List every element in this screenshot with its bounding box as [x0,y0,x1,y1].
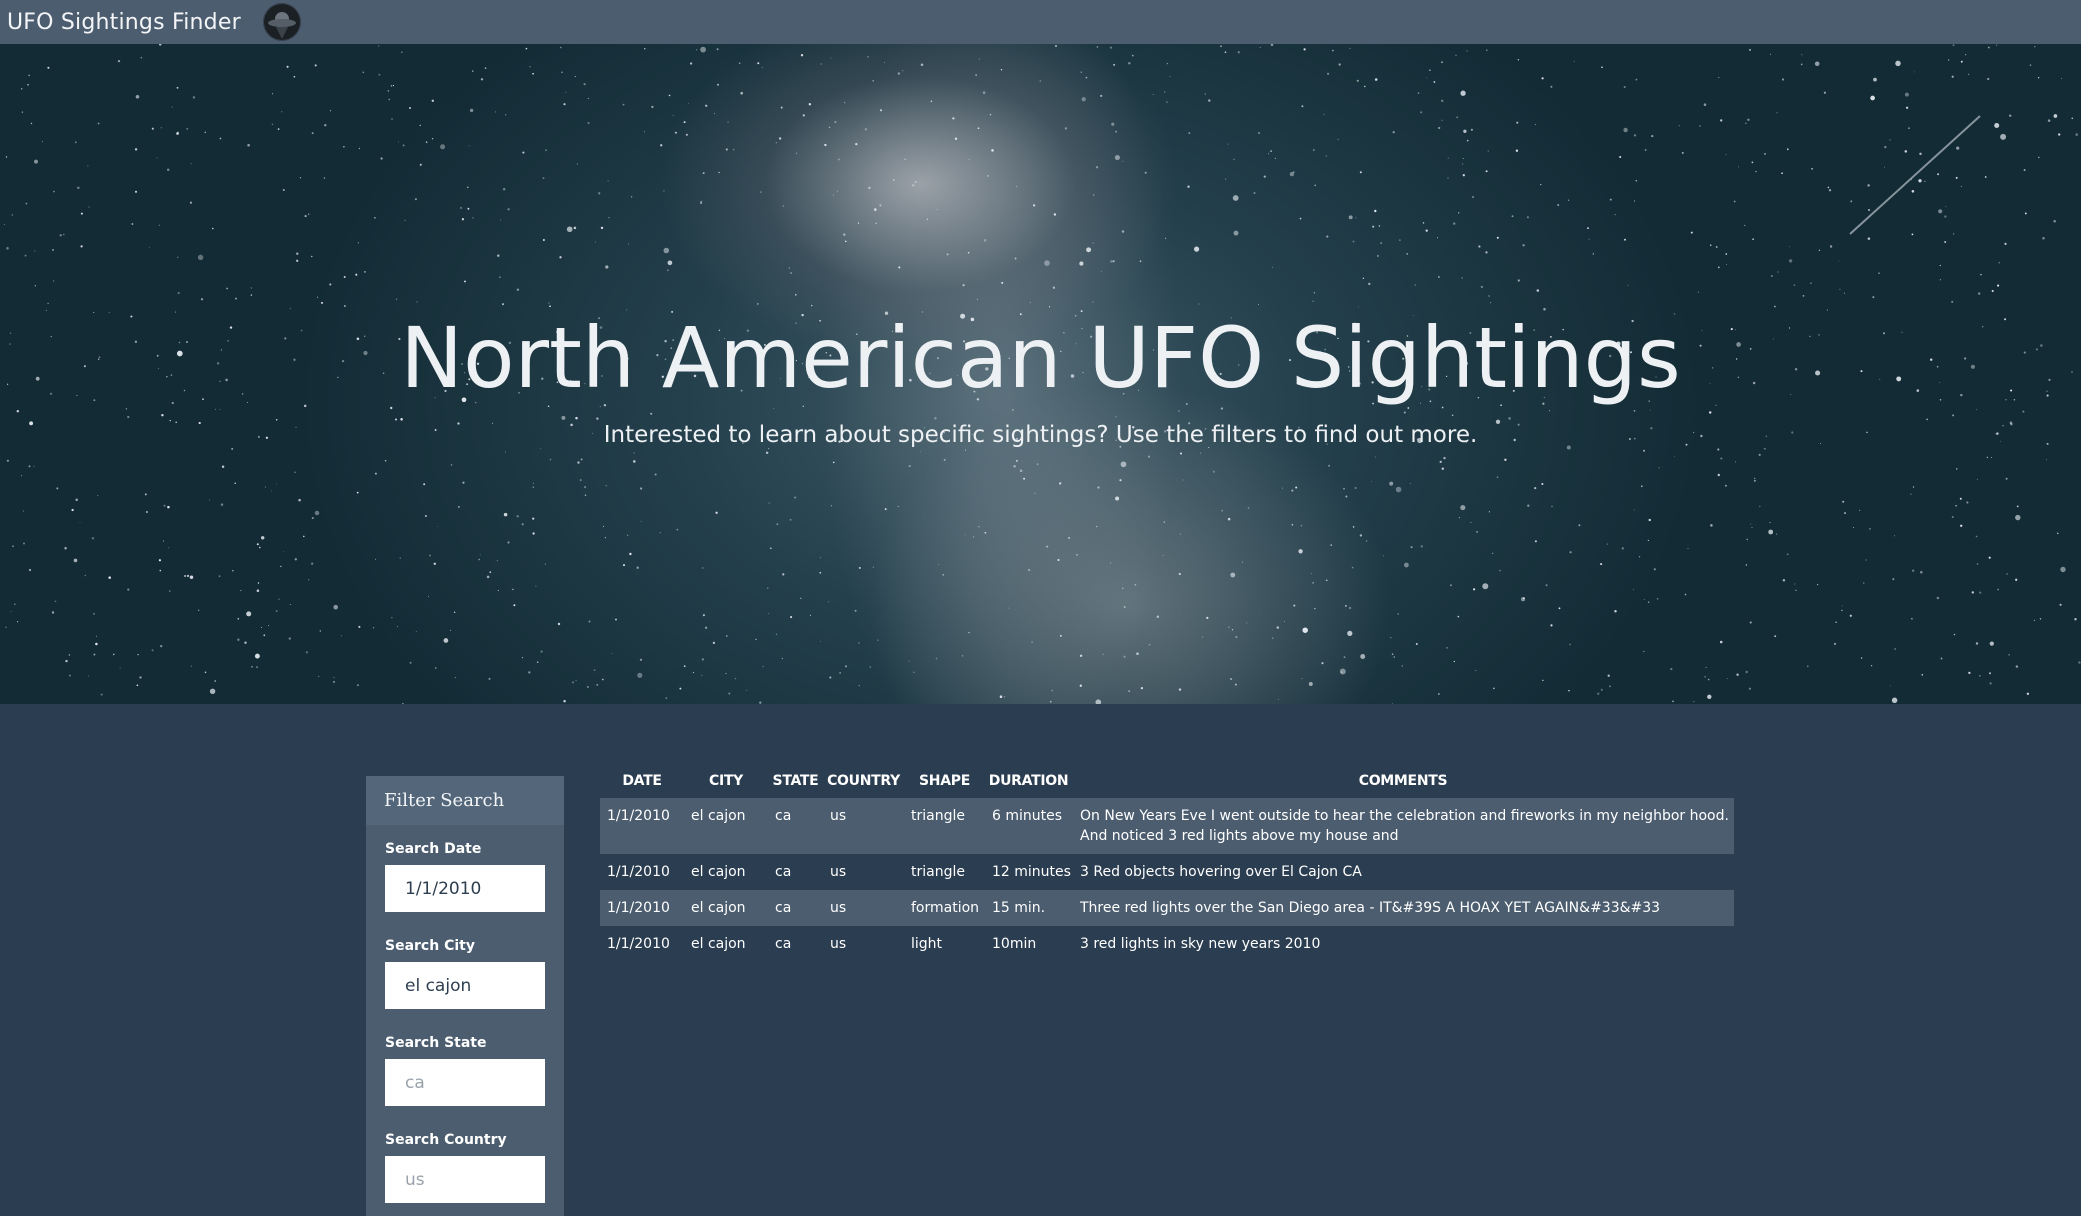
navbar-brand[interactable]: UFO Sightings Finder [7,10,241,35]
column-header-city: City [709,773,743,789]
cell-country: us [823,798,904,854]
cell-duration: 12 minutes [985,854,1072,890]
filter-list: Search Date Search City Search State Sea… [366,825,564,1203]
cell-comments: 3 Red objects hovering over El Cajon CA [1072,854,1734,890]
cell-comments: On New Years Eve I went outside to hear … [1072,798,1734,854]
search-state-input[interactable] [385,1059,545,1106]
table-row: 1/1/2010 el cajon ca us formation 15 min… [600,890,1734,926]
table-header-row: Date City State Country Shape Duration C… [600,764,1734,798]
column-header-shape: Shape [919,773,970,789]
page-title: North American UFO Sightings [400,309,1681,407]
results-table-container: Date City State Country Shape Duration C… [600,764,1734,962]
column-header-state: State [772,773,819,789]
cell-state: ca [768,890,823,926]
search-state-label: Search State [385,1035,487,1051]
table-row: 1/1/2010 el cajon ca us triangle 12 minu… [600,854,1734,890]
search-city-label: Search City [385,938,475,954]
filter-item-city: Search City [385,938,545,1009]
page-subtitle: Interested to learn about specific sight… [603,422,1478,448]
cell-state: ca [768,854,823,890]
cell-city: el cajon [684,890,768,926]
filter-item-country: Search Country [385,1132,545,1203]
cell-comments: Three red lights over the San Diego area… [1072,890,1734,926]
cell-shape: light [904,926,985,962]
table-row: 1/1/2010 el cajon ca us triangle 6 minut… [600,798,1734,854]
column-header-date: Date [622,773,662,789]
search-date-input[interactable] [385,865,545,912]
cell-shape: triangle [904,854,985,890]
cell-state: ca [768,926,823,962]
cell-duration: 15 min. [985,890,1072,926]
search-date-label: Search Date [385,841,482,857]
hero-banner: North American UFO Sightings Interested … [0,44,2081,704]
table-row: 1/1/2010 el cajon ca us light 10min 3 re… [600,926,1734,962]
ufo-table: Date City State Country Shape Duration C… [600,764,1734,962]
cell-date: 1/1/2010 [600,926,684,962]
search-city-input[interactable] [385,962,545,1009]
cell-city: el cajon [684,854,768,890]
navbar: UFO Sightings Finder [0,0,2081,44]
column-header-country: Country [827,773,900,789]
cell-duration: 10min [985,926,1072,962]
cell-date: 1/1/2010 [600,890,684,926]
filter-item-state: Search State [385,1035,545,1106]
cell-city: el cajon [684,926,768,962]
search-country-input[interactable] [385,1156,545,1203]
cell-date: 1/1/2010 [600,798,684,854]
ufo-logo-icon[interactable] [262,3,301,41]
column-header-comments: Comments [1358,773,1448,789]
cell-country: us [823,926,904,962]
cell-country: us [823,890,904,926]
cell-duration: 6 minutes [985,798,1072,854]
cell-shape: triangle [904,798,985,854]
search-country-label: Search Country [385,1132,507,1148]
column-header-duration: Duration [988,773,1069,789]
cell-city: el cajon [684,798,768,854]
cell-comments: 3 red lights in sky new years 2010 [1072,926,1734,962]
filter-panel: Filter Search Search Date Search City Se… [366,776,564,1216]
cell-date: 1/1/2010 [600,854,684,890]
filter-panel-header: Filter Search [366,776,564,825]
filter-item-date: Search Date [385,841,545,912]
cell-state: ca [768,798,823,854]
cell-shape: formation [904,890,985,926]
cell-country: us [823,854,904,890]
